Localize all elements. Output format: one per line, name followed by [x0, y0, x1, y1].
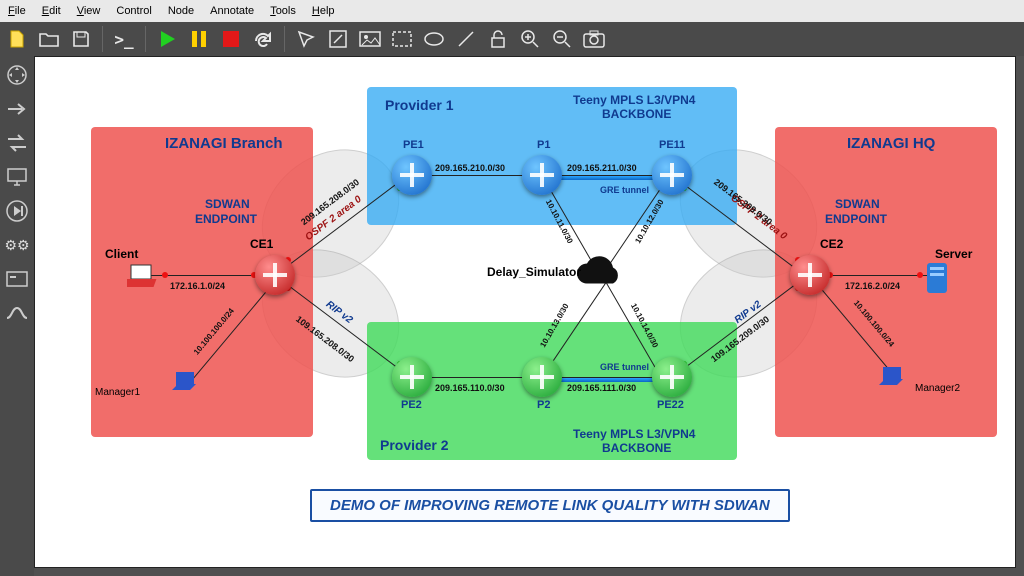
caption-p1a: Teeny MPLS L3/VPN4 — [573, 93, 695, 107]
node-server[interactable] — [925, 261, 961, 289]
save-icon[interactable] — [68, 26, 94, 52]
label-m1: Manager1 — [95, 387, 140, 398]
stop-icon[interactable] — [218, 26, 244, 52]
label-p1r: P1 — [537, 139, 550, 151]
menu-edit[interactable]: EditEdit — [34, 2, 69, 20]
node-pe22[interactable] — [652, 357, 692, 397]
label-m2: Manager2 — [915, 383, 960, 394]
node-pe2[interactable] — [392, 357, 432, 397]
label-server: Server — [935, 247, 972, 261]
menu-annotate[interactable]: Annotate — [202, 2, 262, 20]
lock-icon[interactable] — [485, 26, 511, 52]
gre-bottom — [555, 378, 665, 382]
marquee-icon[interactable] — [389, 26, 415, 52]
ellipse-icon[interactable] — [421, 26, 447, 52]
node-manager1[interactable] — [172, 368, 208, 396]
title-p1: Provider 1 — [385, 97, 453, 113]
node-pe11[interactable] — [652, 155, 692, 195]
caption-p1b: BACKBONE — [602, 107, 671, 121]
zoom-in-icon[interactable] — [517, 26, 543, 52]
title-hq: IZANAGI HQ — [847, 135, 935, 152]
route-icon[interactable] — [4, 300, 30, 326]
menu-control[interactable]: Control — [108, 2, 159, 20]
sdwan-r-1: SDWAN — [835, 197, 880, 211]
node-pe1[interactable] — [392, 155, 432, 195]
move-icon[interactable] — [4, 62, 30, 88]
ip-pe1p1: 209.165.210.0/30 — [435, 163, 505, 173]
redo-icon[interactable] — [250, 26, 276, 52]
canvas[interactable]: IZANAGI Branch IZANAGI HQ Provider 1 Pro… — [34, 56, 1016, 568]
gre-top-label: GRE tunnel — [600, 185, 649, 195]
camera-icon[interactable] — [581, 26, 607, 52]
ip-p1pe11: 209.165.211.0/30 — [567, 163, 637, 173]
gre-top — [555, 176, 665, 180]
node-delay-simulator[interactable] — [573, 256, 627, 295]
node-p2[interactable] — [522, 357, 562, 397]
label-ce1: CE1 — [250, 237, 273, 251]
ip-client: 172.16.1.0/24 — [170, 281, 225, 291]
title-p2: Provider 2 — [380, 437, 448, 453]
label-pe1: PE1 — [403, 139, 424, 151]
select-icon[interactable] — [293, 26, 319, 52]
label-pe22: PE22 — [657, 399, 684, 411]
node-client[interactable] — [127, 261, 163, 289]
label-client: Client — [105, 247, 138, 261]
ip-server: 172.16.2.0/24 — [845, 281, 900, 291]
new-file-icon[interactable] — [4, 26, 30, 52]
label-pe2: PE2 — [401, 399, 422, 411]
menu-view[interactable]: ViewView — [69, 2, 109, 20]
ip-p2pe22: 209.165.111.0/30 — [567, 383, 636, 393]
toolbar: >_ — [0, 22, 1024, 56]
node-ce1[interactable] — [255, 255, 295, 295]
demo-banner: DEMO OF IMPROVING REMOTE LINK QUALITY WI… — [310, 489, 790, 522]
monitor-icon[interactable] — [4, 164, 30, 190]
ip-pe2p2: 209.165.110.0/30 — [435, 383, 505, 393]
pause-icon[interactable] — [186, 26, 212, 52]
edit-box-icon[interactable] — [325, 26, 351, 52]
menu-file[interactable]: FFileile — [0, 2, 34, 20]
sdwan-l-1: SDWAN — [205, 197, 250, 211]
line-icon[interactable] — [453, 26, 479, 52]
sdwan-r-2: ENDPOINT — [825, 212, 887, 226]
node-p1[interactable] — [522, 155, 562, 195]
terminal-icon[interactable]: >_ — [111, 26, 137, 52]
node-manager2[interactable] — [879, 363, 915, 391]
label-pe11: PE11 — [659, 139, 685, 151]
open-icon[interactable] — [36, 26, 62, 52]
title-branch: IZANAGI Branch — [165, 135, 283, 152]
arrow-right-icon[interactable] — [4, 96, 30, 122]
gears-icon[interactable]: ⚙⚙ — [4, 232, 30, 258]
menu-tools[interactable]: ToolsTools — [262, 2, 304, 20]
host-icon[interactable] — [4, 266, 30, 292]
menu-bar: FFileile EditEdit ViewView Control Node … — [0, 0, 1024, 23]
label-delay: Delay_Simulator — [487, 265, 581, 279]
menu-node[interactable]: Node — [160, 2, 202, 20]
sdwan-l-2: ENDPOINT — [195, 212, 257, 226]
left-toolbar: ⚙⚙ — [0, 56, 34, 576]
step-icon[interactable] — [4, 198, 30, 224]
image-icon[interactable] — [357, 26, 383, 52]
label-p2r: P2 — [537, 399, 550, 411]
caption-p2a: Teeny MPLS L3/VPN4 — [573, 427, 695, 441]
label-ce2: CE2 — [820, 237, 843, 251]
play-icon[interactable] — [154, 26, 180, 52]
zoom-out-icon[interactable] — [549, 26, 575, 52]
caption-p2b: BACKBONE — [602, 441, 671, 455]
arrow-bidir-icon[interactable] — [4, 130, 30, 156]
gre-bot-label: GRE tunnel — [600, 362, 649, 372]
menu-help[interactable]: HelpHelp — [304, 2, 343, 20]
node-ce2[interactable] — [790, 255, 830, 295]
